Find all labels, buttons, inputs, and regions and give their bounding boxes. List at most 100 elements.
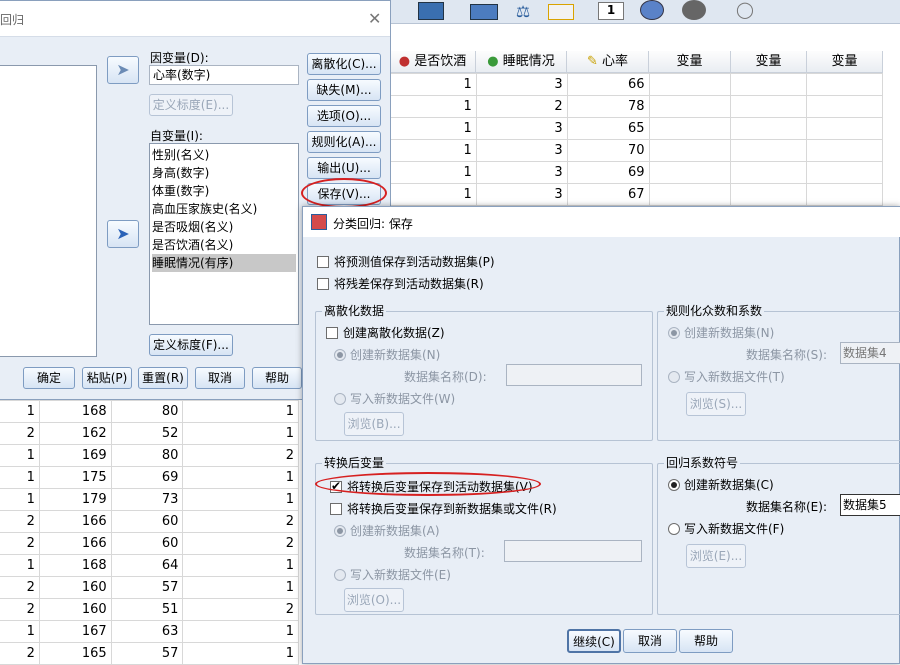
highlight-ellipse <box>315 472 541 496</box>
regularized-group-title: 规则化众数和系数 <box>664 304 765 318</box>
list-item[interactable]: 身高(数字) <box>152 164 296 182</box>
table-icon[interactable] <box>548 4 574 20</box>
disc-create-new-radio[interactable] <box>334 349 346 361</box>
dependent-label: 因变量(D): <box>150 51 209 65</box>
trans-dataset-name-label: 数据集名称(T): <box>404 546 485 560</box>
reg-browse-button[interactable]: 浏览(S)... <box>686 392 746 416</box>
continue-button[interactable]: 继续(C) <box>567 629 621 653</box>
cancel-button[interactable]: 取消 <box>195 367 245 389</box>
list-item[interactable]: 性别(名义) <box>152 146 296 164</box>
chart-icon[interactable] <box>418 2 444 20</box>
reg-create-new-radio[interactable] <box>668 327 680 339</box>
save-transformed-new-option[interactable]: 将转换后变量保存到新数据集或文件(R) <box>330 500 557 517</box>
col-header-var1[interactable]: 变量 <box>649 51 731 73</box>
help-button[interactable]: 帮助 <box>252 367 302 389</box>
col-header-var3[interactable]: 变量 <box>807 51 883 73</box>
coef-write-new-file-option[interactable]: 写入新数据文件(F) <box>668 520 784 537</box>
table-row: 1 3 65 <box>390 117 883 140</box>
col-header-drink[interactable]: ● 是否饮酒 <box>390 51 476 73</box>
define-scale-indep-button[interactable]: 定义标度(F)... <box>149 334 233 356</box>
col-header-sleep[interactable]: ● 睡眠情况 <box>476 51 567 73</box>
save-predicted-checkbox[interactable] <box>317 256 329 268</box>
col-header-hr[interactable]: ✎ 心率 <box>567 51 649 73</box>
trans-create-new-dataset-option[interactable]: 创建新数据集(A) <box>334 522 440 539</box>
list-item[interactable]: 是否饮酒(名义) <box>152 236 296 254</box>
source-variable-list[interactable] <box>0 65 97 357</box>
save-dialog-title: 分类回归: 保存 <box>333 217 413 231</box>
trans-create-new-radio[interactable] <box>334 525 346 537</box>
dependent-field[interactable]: 心率(数字) <box>149 65 299 85</box>
disc-browse-button[interactable]: 浏览(B)... <box>344 412 404 436</box>
coef-dataset-name-input[interactable]: 数据集5 <box>840 494 900 516</box>
list-item[interactable]: 高血压家族史(名义) <box>152 200 296 218</box>
save-help-button[interactable]: 帮助 <box>679 629 733 653</box>
output-button[interactable]: 输出(U)... <box>307 157 381 179</box>
ordinal-icon: ● <box>487 54 499 69</box>
coef-create-new-radio[interactable] <box>668 479 680 491</box>
reg-dataset-name-input[interactable]: 数据集4 <box>840 342 900 364</box>
move-independent-button[interactable]: ➤ <box>107 220 139 248</box>
table-row: 1 3 69 <box>390 161 883 184</box>
reg-write-new-file-radio[interactable] <box>668 371 680 383</box>
list-item[interactable]: 是否吸烟(名义) <box>152 218 296 236</box>
create-discretized-checkbox[interactable] <box>326 327 338 339</box>
table-row: 1 3 66 <box>390 73 883 96</box>
create-discretized-option[interactable]: 创建离散化数据(Z) <box>326 324 445 341</box>
trans-write-new-file-option[interactable]: 写入新数据文件(E) <box>334 566 451 583</box>
gray-circle-icon[interactable] <box>682 0 706 20</box>
circle-icon[interactable] <box>640 0 664 20</box>
trans-write-new-file-radio[interactable] <box>334 569 346 581</box>
table-row: 1 3 67 <box>390 183 883 206</box>
scale-icon[interactable]: ⚖ <box>508 2 538 21</box>
reset-button[interactable]: 重置(R) <box>138 367 188 389</box>
save-predicted-option[interactable]: 将预测值保存到活动数据集(P) <box>317 253 495 270</box>
disc-write-new-file-option[interactable]: 写入新数据文件(W) <box>334 390 455 407</box>
top-data-table: 1 3 66 1 2 78 1 3 65 1 3 70 1 3 69 1 3 67 <box>390 73 883 206</box>
grid-icon[interactable] <box>470 4 498 20</box>
table-row: 2 160 51 2 <box>0 598 299 621</box>
col-header-var2[interactable]: 变量 <box>731 51 807 73</box>
table-row: 1 2 78 <box>390 95 883 118</box>
missing-button[interactable]: 缺失(M)... <box>307 79 381 101</box>
coef-write-new-file-radio[interactable] <box>668 523 680 535</box>
highlight-ellipse <box>301 178 387 208</box>
coef-create-new-dataset-option[interactable]: 创建新数据集(C) <box>668 476 774 493</box>
coef-browse-button[interactable]: 浏览(E)... <box>686 544 746 568</box>
disc-dataset-name-input[interactable] <box>506 364 642 386</box>
trans-dataset-name-input[interactable] <box>504 540 642 562</box>
options-button[interactable]: 选项(O)... <box>307 105 381 127</box>
independent-list[interactable]: 性别(名义) 身高(数字) 体重(数字) 高血压家族史(名义) 是否吸烟(名义)… <box>149 143 299 325</box>
toolbar: ⚖ 1 ◯ <box>390 0 900 24</box>
table-row: 1 179 73 1 <box>0 488 299 511</box>
save-cancel-button[interactable]: 取消 <box>623 629 677 653</box>
table-row: 1 169 80 2 <box>0 444 299 467</box>
save-dialog: 分类回归: 保存 将预测值保存到活动数据集(P) 将残差保存到活动数据集(R) … <box>302 206 900 664</box>
transformed-group-title: 转换后变量 <box>322 456 387 470</box>
arrow-left-icon: ➤ <box>116 60 130 79</box>
paste-button[interactable]: 粘贴(P) <box>82 367 132 389</box>
save-residuals-checkbox[interactable] <box>317 278 329 290</box>
discretize-button[interactable]: 离散化(C)... <box>307 53 381 75</box>
ok-button[interactable]: 确定 <box>23 367 75 389</box>
table-row: 2 160 57 1 <box>0 576 299 599</box>
dialog-title: 回归 <box>0 13 25 27</box>
reg-create-new-dataset-option[interactable]: 创建新数据集(N) <box>668 324 774 341</box>
disc-create-new-dataset-option[interactable]: 创建新数据集(N) <box>334 346 440 363</box>
disc-write-new-file-radio[interactable] <box>334 393 346 405</box>
close-icon[interactable]: ✕ <box>368 9 381 28</box>
independent-label: 自变量(I): <box>150 129 203 143</box>
search-icon[interactable]: ◯ <box>732 0 758 19</box>
move-dependent-button[interactable]: ➤ <box>107 56 139 84</box>
list-item[interactable]: 体重(数字) <box>152 182 296 200</box>
table-row: 1 168 80 1 <box>0 400 299 423</box>
regularize-button[interactable]: 规则化(A)... <box>307 131 381 153</box>
define-scale-dep-button[interactable]: 定义标度(E)... <box>149 94 233 116</box>
save-transformed-new-checkbox[interactable] <box>330 503 342 515</box>
trans-browse-button[interactable]: 浏览(O)... <box>344 588 404 612</box>
value-labels-icon[interactable]: 1 <box>598 2 624 20</box>
reg-write-new-file-option[interactable]: 写入新数据文件(T) <box>668 368 785 385</box>
scale-ruler-icon: ✎ <box>586 54 598 69</box>
list-item-selected[interactable]: 睡眠情况(有序) <box>152 254 296 272</box>
save-residuals-option[interactable]: 将残差保存到活动数据集(R) <box>317 275 484 292</box>
coef-group: 回归系数符号 创建新数据集(C) 数据集名称(E): 数据集5 写入新数据文件(… <box>657 456 900 615</box>
